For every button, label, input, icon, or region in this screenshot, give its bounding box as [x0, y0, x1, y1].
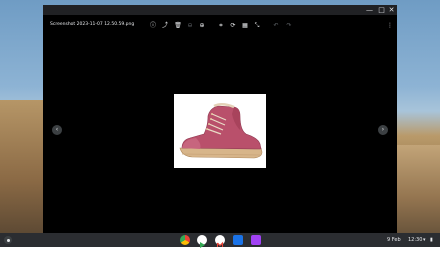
- chrome-icon[interactable]: [180, 235, 190, 245]
- notification-status[interactable]: 9 Feb: [387, 236, 401, 244]
- battery-icon[interactable]: ▮: [430, 236, 433, 244]
- files-icon[interactable]: [233, 235, 243, 245]
- close-icon[interactable]: ✕: [386, 5, 397, 15]
- wallpaper-hill-right: [397, 145, 440, 233]
- rotate-icon[interactable]: ⟳: [228, 21, 238, 31]
- file-name: Screenshot 2023-11-07 12.50.59.png: [50, 22, 135, 27]
- next-image-button[interactable]: ›: [378, 125, 388, 135]
- wifi-icon[interactable]: ▾: [423, 236, 426, 244]
- wallpaper-hill-left: [0, 100, 44, 233]
- zoom-out-icon[interactable]: ⊖: [185, 21, 195, 31]
- crop-icon[interactable]: ⌗: [216, 21, 226, 31]
- window-titlebar: — □ ✕: [43, 5, 397, 15]
- hiking-boot-image: [179, 103, 263, 159]
- zoom-in-icon[interactable]: ⊕: [197, 21, 207, 31]
- viewer-toolbar: Screenshot 2023-11-07 12.50.59.png ⓘ ⤴ 🗑…: [43, 15, 397, 37]
- delete-icon[interactable]: 🗑: [173, 21, 183, 31]
- undo-icon[interactable]: ↶: [271, 21, 281, 31]
- share-icon[interactable]: ⤴: [160, 21, 170, 31]
- info-icon[interactable]: ⓘ: [148, 21, 158, 31]
- gmail-icon[interactable]: [215, 235, 225, 247]
- launcher-icon: [6, 238, 10, 242]
- clock[interactable]: 12:30: [408, 236, 422, 244]
- redo-icon[interactable]: ↷: [284, 21, 294, 31]
- more-icon[interactable]: ⋮: [385, 21, 395, 31]
- image-preview: [174, 94, 266, 168]
- filter-icon[interactable]: ▦: [240, 21, 250, 31]
- play-store-icon[interactable]: [197, 235, 207, 248]
- minimize-icon[interactable]: —: [364, 5, 375, 15]
- gallery-icon[interactable]: [251, 235, 261, 245]
- rescale-icon[interactable]: ⤡: [252, 21, 262, 31]
- launcher-button[interactable]: [4, 236, 12, 244]
- previous-image-button[interactable]: ‹: [52, 125, 62, 135]
- gallery-window: — □ ✕ Screenshot 2023-11-07 12.50.59.png…: [43, 5, 397, 233]
